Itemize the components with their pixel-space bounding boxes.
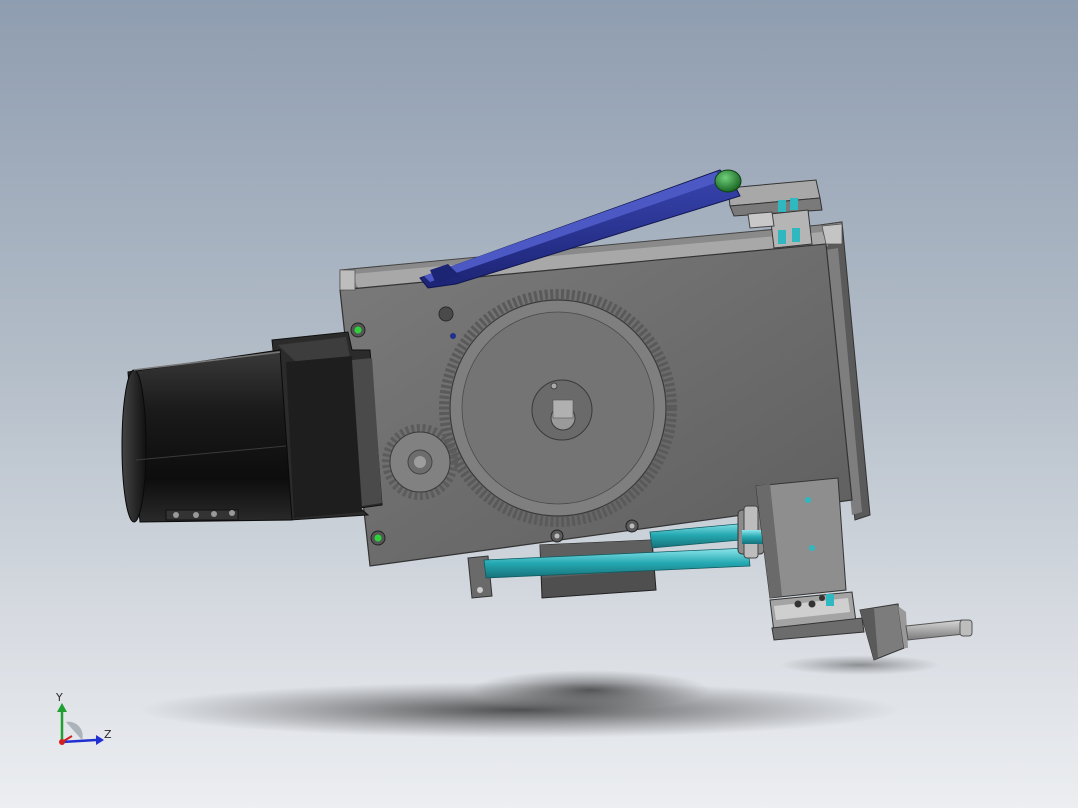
cad-viewport[interactable]: Y Z bbox=[0, 0, 1078, 808]
triad-y-axis bbox=[57, 703, 67, 742]
vertical-slide-plate[interactable] bbox=[755, 477, 847, 599]
tool-adapter[interactable] bbox=[859, 603, 908, 661]
tool-pin[interactable] bbox=[905, 619, 973, 641]
ground-shadow bbox=[140, 655, 940, 738]
model-scene[interactable]: Y Z bbox=[0, 0, 1078, 808]
housing-screw-bottom-left bbox=[370, 530, 386, 546]
stepper-motor[interactable] bbox=[121, 349, 293, 523]
triad-z-axis bbox=[61, 735, 104, 745]
housing-screw-top-left bbox=[350, 322, 366, 338]
housing-pin-small bbox=[450, 333, 456, 339]
motor-connector bbox=[165, 509, 239, 521]
foot-clamp[interactable] bbox=[769, 591, 865, 641]
housing-hole-top bbox=[438, 306, 454, 322]
arm-pivot-knob[interactable] bbox=[714, 169, 742, 193]
triad-z-label: Z bbox=[104, 728, 112, 741]
triad-y-label: Y bbox=[55, 691, 63, 704]
orientation-triad[interactable]: Y Z bbox=[55, 691, 112, 745]
